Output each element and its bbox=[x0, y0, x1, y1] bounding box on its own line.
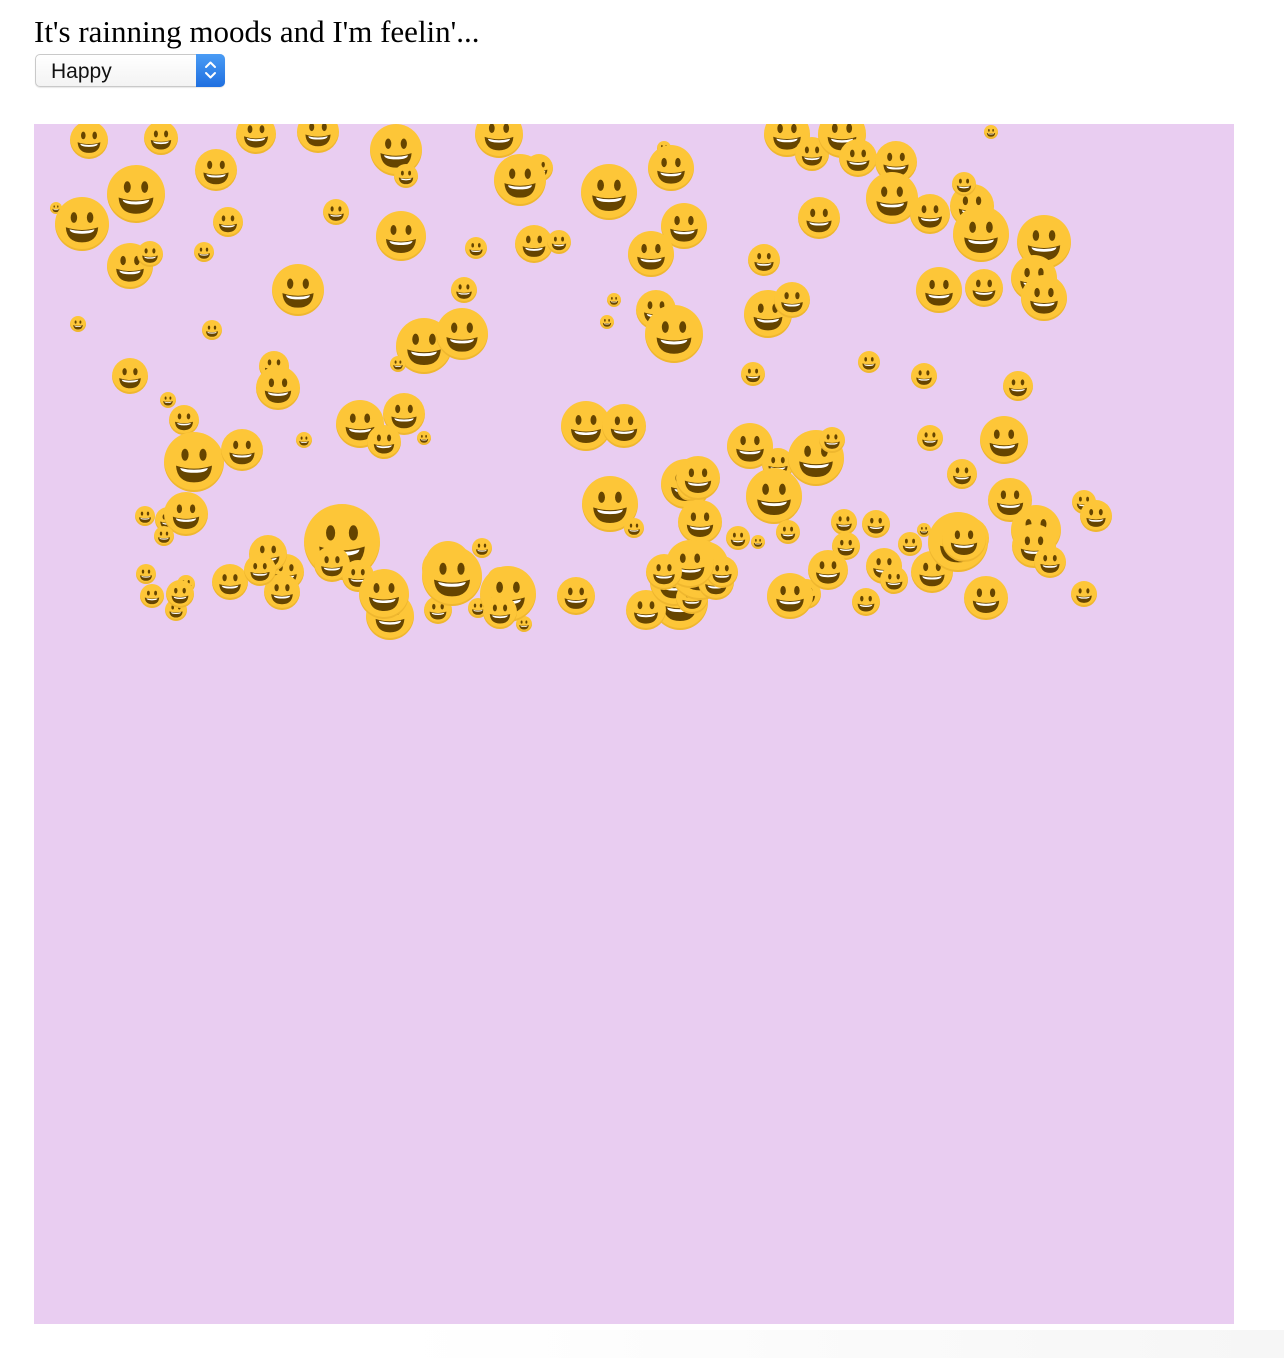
grinning-face-icon bbox=[154, 526, 174, 546]
grinning-face-icon bbox=[202, 320, 222, 340]
grinning-face-icon bbox=[746, 468, 802, 524]
grinning-face-icon bbox=[256, 366, 300, 410]
grinning-face-icon bbox=[646, 554, 682, 590]
grinning-face-icon bbox=[112, 358, 148, 394]
grinning-face-icon bbox=[547, 230, 571, 254]
grinning-face-icon bbox=[581, 164, 637, 220]
grinning-face-icon bbox=[600, 315, 614, 329]
grinning-face-icon bbox=[70, 316, 86, 332]
grinning-face-icon bbox=[798, 197, 840, 239]
grinning-face-icon bbox=[602, 404, 646, 448]
page-prompt: It's rainning moods and I'm feelin'... bbox=[34, 14, 480, 49]
grinning-face-icon bbox=[947, 459, 977, 489]
grinning-face-icon bbox=[422, 546, 482, 606]
grinning-face-icon bbox=[394, 164, 418, 188]
grinning-face-icon bbox=[323, 199, 349, 225]
mood-select[interactable]: Happy bbox=[35, 54, 225, 87]
grinning-face-icon bbox=[741, 362, 765, 386]
grinning-face-icon bbox=[137, 241, 163, 267]
grinning-face-icon bbox=[144, 124, 178, 155]
grinning-face-icon bbox=[645, 305, 703, 363]
grinning-face-icon bbox=[451, 277, 477, 303]
grinning-face-icon bbox=[1071, 581, 1097, 607]
grinning-face-icon bbox=[465, 237, 487, 259]
grinning-face-icon bbox=[858, 351, 880, 373]
grinning-face-icon bbox=[236, 124, 276, 154]
grinning-face-icon bbox=[376, 211, 426, 261]
grinning-face-icon bbox=[244, 554, 276, 586]
grinning-face-icon bbox=[624, 518, 644, 538]
grinning-face-icon bbox=[164, 432, 224, 492]
grinning-face-icon bbox=[296, 432, 312, 448]
grinning-face-icon bbox=[1003, 371, 1033, 401]
grinning-face-icon bbox=[953, 206, 1009, 262]
grinning-face-icon bbox=[195, 149, 237, 191]
grinning-face-icon bbox=[212, 564, 248, 600]
grinning-face-icon bbox=[676, 456, 720, 500]
grinning-face-icon bbox=[436, 308, 488, 360]
grinning-face-icon bbox=[776, 520, 800, 544]
grinning-face-icon bbox=[911, 363, 937, 389]
grinning-face-icon bbox=[483, 595, 517, 629]
grinning-face-icon bbox=[390, 356, 406, 372]
grinning-face-icon bbox=[475, 124, 523, 158]
grinning-face-icon bbox=[272, 264, 324, 316]
grinning-face-icon bbox=[808, 550, 848, 590]
mood-select-value: Happy bbox=[51, 60, 112, 83]
grinning-face-icon bbox=[648, 145, 694, 191]
grinning-face-icon bbox=[297, 124, 339, 153]
grinning-face-icon bbox=[767, 573, 813, 619]
grinning-face-icon bbox=[748, 244, 780, 276]
grinning-face-icon bbox=[984, 125, 998, 139]
grinning-face-icon bbox=[169, 405, 199, 435]
grinning-face-icon bbox=[942, 518, 986, 562]
grinning-face-icon bbox=[916, 267, 962, 313]
grinning-face-icon bbox=[140, 584, 164, 608]
grinning-face-icon bbox=[774, 282, 810, 318]
grinning-face-icon bbox=[964, 576, 1008, 620]
mood-rain-canvas bbox=[34, 124, 1234, 1324]
grinning-face-icon bbox=[917, 425, 943, 451]
grinning-face-icon bbox=[819, 427, 845, 453]
grinning-face-icon bbox=[980, 416, 1028, 464]
grinning-face-icon bbox=[194, 242, 214, 262]
grinning-face-icon bbox=[751, 535, 765, 549]
grinning-face-icon bbox=[136, 564, 156, 584]
grinning-face-icon bbox=[1021, 275, 1067, 321]
grinning-face-icon bbox=[135, 506, 155, 526]
grinning-face-icon bbox=[852, 588, 880, 616]
grinning-face-icon bbox=[55, 197, 109, 251]
grinning-face-icon bbox=[880, 566, 908, 594]
grinning-face-icon bbox=[557, 577, 595, 615]
grinning-face-icon bbox=[1034, 546, 1066, 578]
grinning-face-icon bbox=[221, 429, 263, 471]
grinning-face-icon bbox=[952, 172, 976, 196]
grinning-face-icon bbox=[910, 194, 950, 234]
grinning-face-icon bbox=[70, 124, 108, 159]
page-bottom-shadow bbox=[400, 1330, 1284, 1358]
grinning-face-icon bbox=[367, 425, 401, 459]
grinning-face-icon bbox=[107, 165, 165, 223]
chevron-up-down-icon bbox=[196, 54, 225, 87]
grinning-face-icon bbox=[678, 500, 722, 544]
grinning-face-icon bbox=[965, 269, 1003, 307]
grinning-face-icon bbox=[417, 431, 431, 445]
grinning-face-icon bbox=[494, 154, 546, 206]
grinning-face-icon bbox=[166, 580, 194, 608]
grinning-face-icon bbox=[213, 207, 243, 237]
grinning-face-icon bbox=[628, 231, 674, 277]
grinning-face-icon bbox=[607, 293, 621, 307]
grinning-face-icon bbox=[359, 569, 409, 619]
grinning-face-icon bbox=[862, 510, 890, 538]
grinning-face-icon bbox=[1080, 500, 1112, 532]
